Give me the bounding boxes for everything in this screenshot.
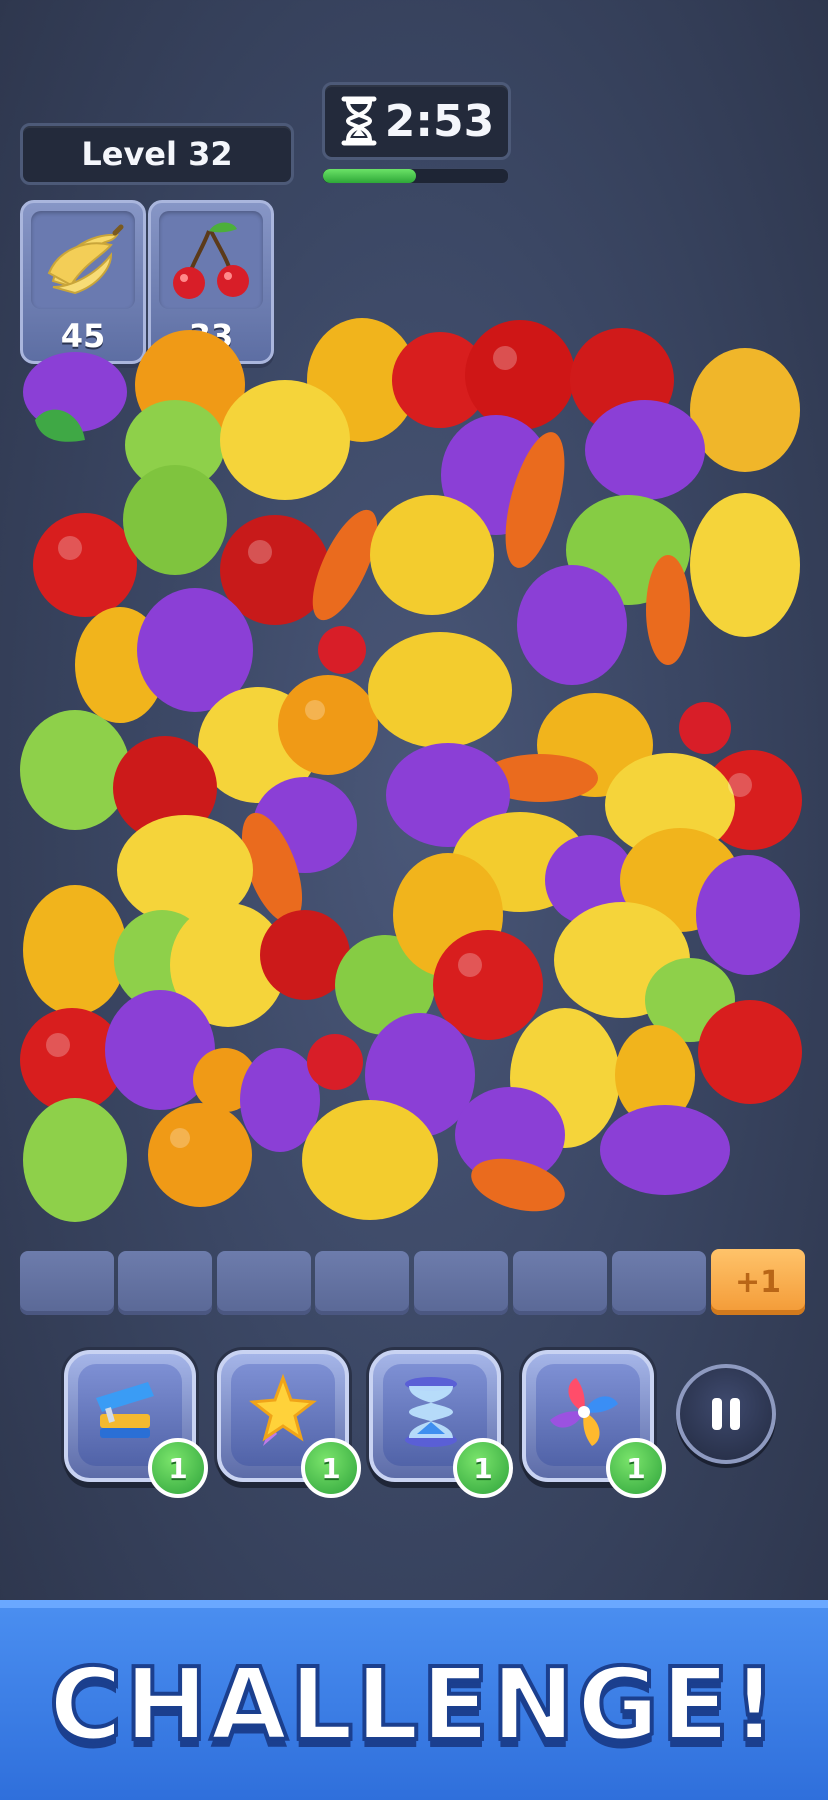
tray-slot bbox=[217, 1251, 311, 1315]
banana[interactable] bbox=[368, 632, 512, 748]
pear-yellow[interactable] bbox=[23, 885, 127, 1015]
challenge-banner: CHALLENGE! bbox=[0, 1600, 828, 1800]
star-booster-button[interactable]: 1 bbox=[217, 1350, 361, 1498]
pause-button[interactable] bbox=[676, 1364, 776, 1464]
tray-slot bbox=[20, 1251, 114, 1315]
apple[interactable] bbox=[698, 1000, 802, 1104]
cherry[interactable] bbox=[318, 626, 366, 674]
goal-banana-icon-frame bbox=[31, 211, 135, 309]
tray-slot bbox=[513, 1251, 607, 1315]
timer-progress-bar bbox=[322, 168, 509, 184]
magnet-booster-button[interactable]: 1 bbox=[64, 1350, 208, 1498]
apple[interactable] bbox=[33, 513, 137, 617]
grape-bunch[interactable] bbox=[517, 565, 627, 685]
pear-green[interactable] bbox=[23, 1098, 127, 1222]
hourglass-freeze-booster-button[interactable]: 1 bbox=[369, 1350, 513, 1498]
carrot[interactable] bbox=[646, 555, 690, 665]
booster-count-badge: 1 bbox=[301, 1438, 361, 1498]
booster-count-badge: 1 bbox=[148, 1438, 208, 1498]
orange[interactable] bbox=[278, 675, 378, 775]
fruit-pile[interactable] bbox=[20, 318, 802, 1222]
banner-text: CHALLENGE! bbox=[47, 1644, 779, 1765]
pear-green[interactable] bbox=[123, 465, 227, 575]
banana[interactable] bbox=[220, 380, 350, 500]
pause-icon bbox=[712, 1398, 740, 1430]
extra-slot-button[interactable]: +1 bbox=[711, 1249, 805, 1315]
apple[interactable] bbox=[465, 320, 575, 430]
level-label: Level 32 bbox=[20, 123, 294, 185]
fruit-board[interactable] bbox=[0, 300, 828, 1240]
grape-bunch[interactable] bbox=[696, 855, 800, 975]
banana[interactable] bbox=[302, 1100, 438, 1220]
booster-count-badge: 1 bbox=[453, 1438, 513, 1498]
cherry[interactable] bbox=[307, 1034, 363, 1090]
level-text: Level 32 bbox=[81, 135, 233, 173]
booster-count-badge: 1 bbox=[606, 1438, 666, 1498]
goal-cherry-icon-frame bbox=[159, 211, 263, 309]
tray-slot bbox=[118, 1251, 212, 1315]
shuffle-fan-booster-button[interactable]: 1 bbox=[522, 1350, 666, 1498]
banana[interactable] bbox=[690, 493, 800, 637]
pear-green[interactable] bbox=[20, 710, 130, 830]
orange[interactable] bbox=[148, 1103, 252, 1207]
tray-slot bbox=[315, 1251, 409, 1315]
banana-icon bbox=[47, 224, 124, 295]
cherry-icon bbox=[173, 222, 249, 299]
timer-panel: 2:53 bbox=[322, 82, 511, 160]
timer-text: 2:53 bbox=[384, 95, 495, 147]
grape-bunch[interactable] bbox=[600, 1105, 730, 1195]
tray-slot bbox=[414, 1251, 508, 1315]
grape-bunch[interactable] bbox=[585, 400, 705, 500]
pear-yellow[interactable] bbox=[690, 348, 800, 472]
timer-progress-fill bbox=[323, 169, 416, 183]
tray-slot bbox=[612, 1251, 706, 1315]
extra-slot-label: +1 bbox=[734, 1264, 781, 1300]
cherry[interactable] bbox=[679, 702, 731, 754]
banana[interactable] bbox=[370, 495, 494, 615]
hourglass-icon bbox=[341, 96, 377, 146]
